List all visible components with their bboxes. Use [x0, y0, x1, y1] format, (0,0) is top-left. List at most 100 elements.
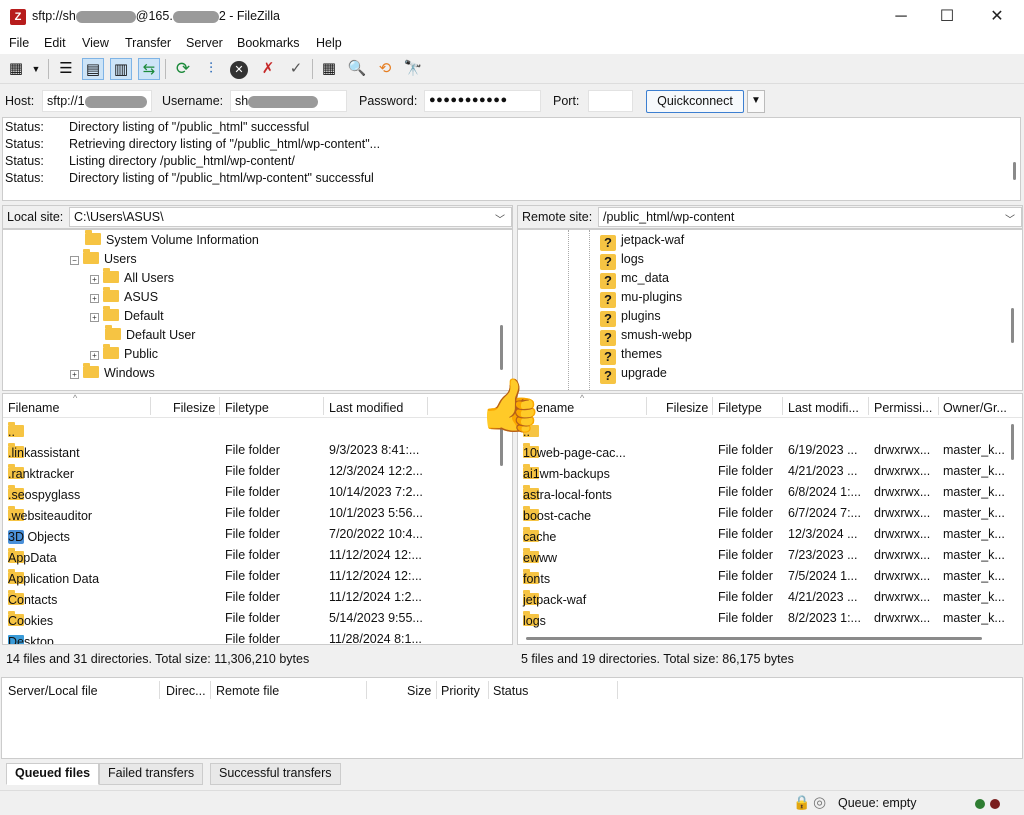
directory-compare-icon[interactable]: ▦ [318, 58, 340, 80]
quickconnect-button[interactable]: Quickconnect [646, 90, 744, 113]
username-input[interactable]: sh [230, 90, 347, 112]
column-separator[interactable] [617, 681, 618, 699]
column-filesize[interactable]: Filesize [666, 401, 708, 415]
table-row[interactable]: .. [518, 419, 1022, 440]
tree-node[interactable]: + Default [90, 306, 164, 325]
search-remote-icon[interactable]: 🔭 [402, 58, 424, 80]
tree-node[interactable]: ? plugins [600, 307, 661, 327]
table-row[interactable]: .. [3, 419, 512, 440]
column-filename[interactable]: Filename [8, 401, 59, 415]
tree-node[interactable]: ? logs [600, 250, 644, 270]
column-last-modified[interactable]: Last modifi... [788, 401, 859, 415]
maximize-button[interactable]: ☐ [924, 0, 970, 34]
refresh-icon[interactable]: ⟳ [172, 58, 194, 80]
chevron-down-icon[interactable]: ﹀ [495, 211, 505, 226]
tree-node[interactable]: ? jetpack-waf [600, 231, 684, 251]
column-separator[interactable] [938, 397, 939, 415]
tree-node[interactable]: System Volume Information [85, 230, 259, 249]
tree-node[interactable]: − Users [70, 249, 137, 268]
remote-list-scrollbar[interactable] [1011, 424, 1014, 460]
menu-edit[interactable]: Edit [44, 36, 66, 50]
remote-list-hscrollbar[interactable] [526, 637, 982, 640]
column-separator[interactable] [868, 397, 869, 415]
column-filesize[interactable]: Filesize [173, 401, 215, 415]
toggle-local-tree-icon[interactable]: ▤ [82, 58, 104, 80]
close-button[interactable]: ✕ [974, 0, 1020, 34]
queue-column-priority[interactable]: Priority [441, 684, 480, 698]
tree-node[interactable]: ? upgrade [600, 364, 667, 384]
table-row[interactable]: .linkassistant File folder 9/3/2023 8:41:.… [3, 440, 512, 461]
column-separator[interactable] [646, 397, 647, 415]
expand-icon[interactable]: + [90, 275, 99, 284]
quickconnect-dropdown-icon[interactable]: ▼ [747, 90, 765, 113]
queue-column-remote-file[interactable]: Remote file [216, 684, 279, 698]
toggle-queue-icon[interactable]: ⇆ [138, 58, 160, 80]
column-separator[interactable] [323, 397, 324, 415]
menu-server[interactable]: Server [186, 36, 223, 50]
column-separator[interactable] [150, 397, 151, 415]
table-row[interactable]: ai1wm-backups File folder 4/21/2023 ... drw… [518, 461, 1022, 482]
log-scrollbar[interactable] [1013, 162, 1016, 180]
password-input[interactable]: ●●●●●●●●●●● [424, 90, 541, 112]
table-row[interactable]: Application Data File folder 11/12/2024 12… [3, 566, 512, 587]
tree-node[interactable]: + Windows [70, 363, 155, 382]
remote-path-input[interactable]: /public_html/wp-content ﹀ [598, 207, 1022, 227]
table-row[interactable]: Desktop File folder 11/28/2024 8:1... [3, 629, 512, 644]
queue-column-size[interactable]: Size [407, 684, 431, 698]
chevron-down-icon[interactable]: ﹀ [1005, 211, 1015, 226]
table-row[interactable]: Contacts File folder 11/12/2024 1:2... [3, 587, 512, 608]
column-filetype[interactable]: Filetype [718, 401, 762, 415]
tree-node[interactable]: ? mc_data [600, 269, 669, 289]
table-row[interactable]: AppData File folder 11/12/2024 12:... [3, 545, 512, 566]
table-row[interactable]: boost-cache File folder 6/7/2024 7:... drwx… [518, 503, 1022, 524]
table-row[interactable]: cache File folder 12/3/2024 ... drwxrwx... m… [518, 524, 1022, 545]
process-queue-icon[interactable]: ⫶ [200, 58, 222, 80]
column-separator[interactable] [782, 397, 783, 415]
table-row[interactable]: ewww File folder 7/23/2023 ... drwxrwx... ma… [518, 545, 1022, 566]
tree-node[interactable]: ? smush-webp [600, 326, 692, 346]
column-separator[interactable] [436, 681, 437, 699]
expand-icon[interactable]: + [90, 294, 99, 303]
cancel-icon[interactable]: ✕ [228, 58, 250, 80]
column-separator[interactable] [159, 681, 160, 699]
site-manager-icon[interactable]: ▦ [5, 58, 27, 80]
message-log[interactable]: Status: Directory listing of "/public_htm… [2, 117, 1021, 201]
menu-file[interactable]: File [9, 36, 29, 50]
local-directory-tree[interactable]: System Volume Information − Users + All Us… [2, 229, 513, 391]
tree-node[interactable]: + All Users [90, 268, 174, 287]
menu-transfer[interactable]: Transfer [125, 36, 171, 50]
table-row[interactable]: 10web-page-cac... File folder 6/19/2023 ..… [518, 440, 1022, 461]
column-separator[interactable] [210, 681, 211, 699]
remote-file-list[interactable]: ename ^ Filesize Filetype Last modifi...… [517, 393, 1023, 645]
queue-column-status[interactable]: Status [493, 684, 528, 698]
tab-successful-transfers[interactable]: Successful transfers [210, 763, 341, 785]
column-separator[interactable] [366, 681, 367, 699]
queue-column-server-local-file[interactable]: Server/Local file [8, 684, 98, 698]
table-row[interactable]: .seospyglass File folder 10/14/2023 7:2... [3, 482, 512, 503]
table-row[interactable]: 3D Objects File folder 7/20/2022 10:4... [3, 524, 512, 545]
transfer-queue[interactable]: Server/Local file Direc... Remote file S… [1, 677, 1023, 759]
column-separator[interactable] [427, 397, 428, 415]
column-permissions[interactable]: Permissi... [874, 401, 932, 415]
table-row[interactable]: .ranktracker File folder 12/3/2024 12:2... [3, 461, 512, 482]
column-filetype[interactable]: Filetype [225, 401, 269, 415]
table-row[interactable]: logs File folder 8/2/2023 1:... drwxrwx... m… [518, 608, 1022, 629]
sync-browsing-icon[interactable]: ⟲ [374, 58, 396, 80]
site-manager-dropdown-icon[interactable]: ▼ [29, 58, 43, 80]
remote-tree-scrollbar[interactable] [1011, 308, 1014, 343]
remote-directory-tree[interactable]: ? jetpack-waf ? logs ? mc_data ? mu-plugins … [517, 229, 1023, 391]
tree-node[interactable]: + Public [90, 344, 158, 363]
toggle-log-icon[interactable]: ☰ [55, 58, 77, 80]
host-input[interactable]: sftp://1 [42, 90, 152, 112]
menu-bookmarks[interactable]: Bookmarks [237, 36, 300, 50]
column-last-modified[interactable]: Last modified [329, 401, 403, 415]
column-separator[interactable] [488, 681, 489, 699]
local-file-list[interactable]: Filename ^ Filesize Filetype Last modifi… [2, 393, 513, 645]
expand-icon[interactable]: + [90, 351, 99, 360]
tree-node[interactable]: + ASUS [90, 287, 158, 306]
filter-icon[interactable]: 🔍 [346, 58, 368, 80]
table-row[interactable]: jetpack-waf File folder 4/21/2023 ... drwxr… [518, 587, 1022, 608]
collapse-icon[interactable]: − [70, 256, 79, 265]
tree-node[interactable]: ? themes [600, 345, 662, 365]
queue-column-direction[interactable]: Direc... [166, 684, 206, 698]
